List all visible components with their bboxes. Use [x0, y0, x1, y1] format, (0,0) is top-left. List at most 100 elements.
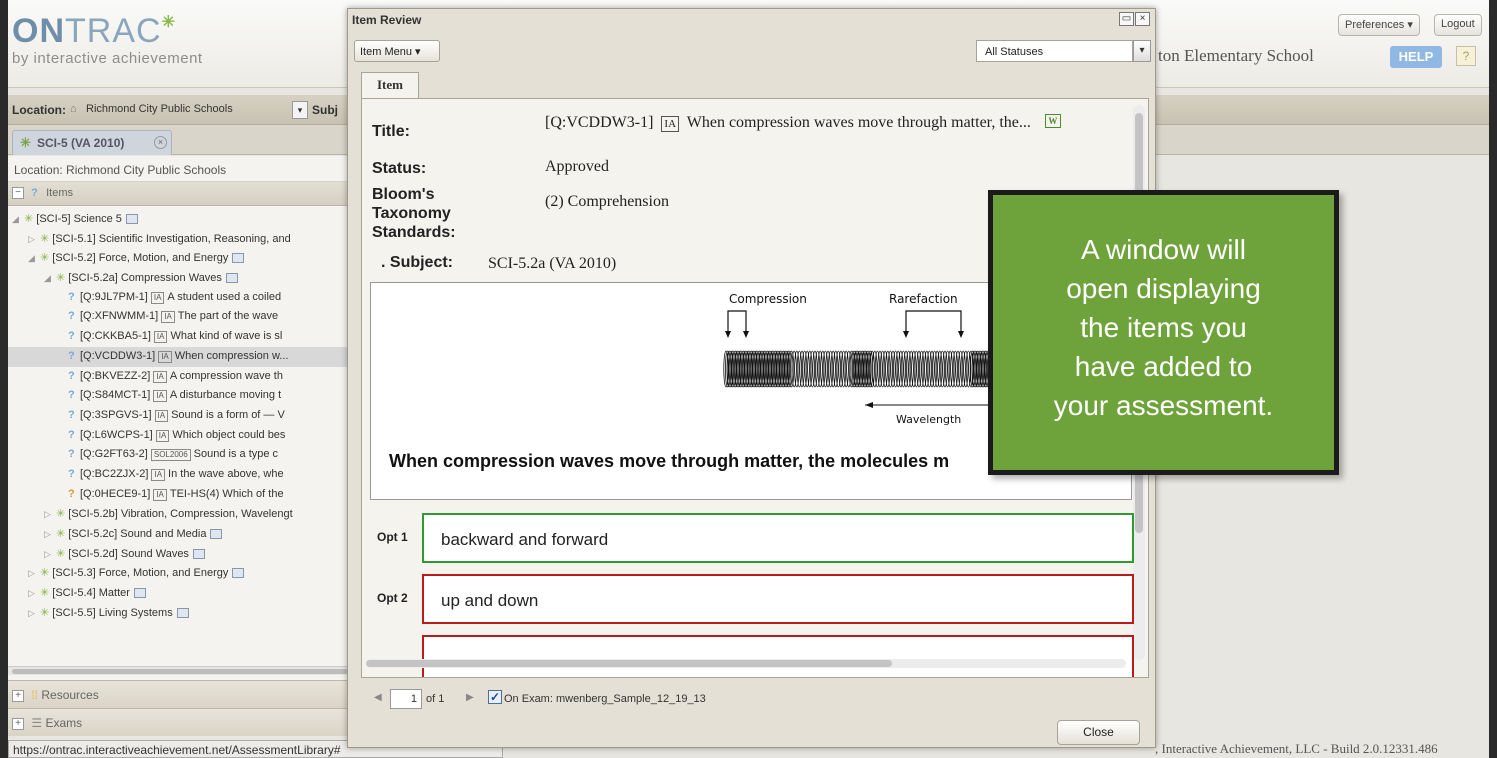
tree-item[interactable]: ? [Q:L6WCPS-1] IA Which object could bes: [8, 426, 352, 446]
item-code: [Q:3SPGVS-1]: [80, 408, 152, 421]
on-exam-checkbox[interactable]: ✓: [488, 690, 502, 704]
expanded-icon[interactable]: ◢: [12, 214, 24, 225]
preview-window-icon[interactable]: [225, 273, 238, 284]
items-header-label: Items: [46, 187, 74, 199]
status-label: Status:: [372, 160, 427, 177]
restore-icon[interactable]: ▭: [1119, 12, 1134, 26]
tree-item[interactable]: ? [Q:CKKBA5-1] IA What kind of wave is sl: [8, 327, 352, 347]
item-code: [Q:BC2ZJX-2]: [80, 467, 149, 480]
expand-icon[interactable]: +: [12, 717, 24, 730]
item-tag: IA: [151, 468, 166, 481]
preview-window-icon[interactable]: [125, 214, 138, 225]
item-tag: IA: [158, 350, 172, 363]
subject-label: Subj: [312, 103, 338, 117]
expand-icon[interactable]: +: [12, 689, 24, 702]
tree-item[interactable]: ? [Q:3SPGVS-1] IA Sound is a form of — V: [8, 406, 352, 426]
tree-folder[interactable]: ▷ ✳ [SCI-5.2b] Vibration, Compression, Wa…: [8, 504, 352, 524]
tree-folder[interactable]: ▷ ✳ [SCI-5.5] Living Systems: [8, 603, 352, 623]
tree-item[interactable]: ? [Q:0HECE9-1] IA TEI-HS(4) Which of the: [8, 485, 352, 505]
option-text[interactable]: [422, 635, 1134, 677]
preview-window-icon[interactable]: [232, 568, 245, 579]
preview-window-icon[interactable]: [232, 253, 245, 264]
logout-button[interactable]: Logout: [1434, 14, 1482, 36]
item-code: [Q:G2FT63-2]: [80, 448, 148, 461]
tree-item[interactable]: ? [Q:G2FT63-2] SOL2006 Sound is a type c: [8, 445, 352, 465]
tree-folder-label: [SCI-5] Science 5: [36, 213, 122, 225]
standards-tree: ◢ ✳ [SCI-5] Science 5 ▷ ✳ [SCI-5.1] Scienti…: [8, 206, 352, 622]
tree-folder[interactable]: ▷ ✳ [SCI-5.1] Scientific Investigation, R…: [8, 229, 352, 249]
preview-window-icon[interactable]: [133, 588, 146, 599]
page-number-input[interactable]: 1: [390, 689, 422, 709]
item-code: [Q:VCDDW3-1]: [545, 114, 654, 131]
close-tab-icon[interactable]: ×: [154, 136, 167, 149]
next-page-icon[interactable]: ▶: [466, 692, 474, 703]
tree-folder[interactable]: ▷ ✳ [SCI-5.4] Matter: [8, 583, 352, 603]
tree-item[interactable]: ? [Q:S84MCT-1] IA A disturbance moving t: [8, 386, 352, 406]
tree-folder-label: [SCI-5.2a] Compression Waves: [68, 272, 222, 285]
resources-accordion[interactable]: + ⁞⁞ Resources: [8, 680, 352, 708]
collapsed-icon[interactable]: ▷: [44, 529, 56, 540]
item-horizontal-scrollbar[interactable]: [366, 659, 1126, 668]
preferences-button[interactable]: Preferences ▾: [1338, 14, 1420, 36]
expanded-icon[interactable]: ◢: [44, 273, 56, 284]
option-label: Opt 1: [377, 530, 408, 544]
wavelength-arrow-left: [865, 402, 873, 408]
collapsed-icon[interactable]: ▷: [28, 608, 40, 619]
ontrac-logo[interactable]: ONTRAC✳: [12, 12, 176, 51]
tree-folder[interactable]: ▷ ✳ [SCI-5.2d] Sound Waves: [8, 544, 352, 564]
tab-item[interactable]: Item: [361, 72, 419, 98]
tagline: by interactive achievement: [12, 50, 203, 67]
close-icon[interactable]: ×: [1135, 12, 1150, 26]
preview-window-icon[interactable]: [192, 548, 205, 559]
item-text: When compression w...: [174, 349, 289, 362]
expanded-icon[interactable]: ◢: [28, 253, 40, 264]
tree-folder[interactable]: ◢ ✳ [SCI-5.2a] Compression Waves: [8, 268, 352, 288]
tree-folder[interactable]: ◢ ✳ [SCI-5.2] Force, Motion, and Energy: [8, 248, 352, 268]
help-question-icon[interactable]: ?: [1456, 46, 1476, 66]
ia-tag: IA: [661, 116, 680, 132]
chevron-down-icon[interactable]: ▾: [292, 101, 308, 119]
tree-folder[interactable]: ▷ ✳ [SCI-5.2c] Sound and Media: [8, 524, 352, 544]
question-icon: ?: [68, 369, 75, 382]
status-filter-select[interactable]: All Statuses: [976, 40, 1133, 62]
collapsed-icon[interactable]: ▷: [28, 568, 40, 579]
exams-accordion[interactable]: + ☰ Exams: [8, 708, 352, 736]
instruction-callout: A window will open displaying the items yo…: [988, 190, 1339, 475]
option-text[interactable]: backward and forward: [422, 513, 1134, 563]
tree-item[interactable]: ? [Q:XFNWMM-1] IA The part of the wave: [8, 307, 352, 327]
close-button[interactable]: Close: [1057, 720, 1140, 745]
location-select[interactable]: Richmond City Public Schools: [68, 100, 288, 120]
tree-item[interactable]: ? [Q:BC2ZJX-2] IA In the wave above, whe: [8, 465, 352, 485]
option-text[interactable]: up and down: [422, 574, 1134, 624]
tab-sci-5[interactable]: ✳ SCI-5 (VA 2010) ×: [12, 130, 172, 155]
tree-item[interactable]: ? [Q:9JL7PM-1] IA A student used a coiled: [8, 288, 352, 308]
items-header[interactable]: − ? Items: [8, 182, 352, 206]
collapsed-icon[interactable]: ▷: [44, 549, 56, 560]
item-text: TEI-HS(4) Which of the: [169, 487, 284, 500]
item-tag: IA: [153, 390, 167, 403]
preview-window-icon[interactable]: [210, 529, 223, 540]
tree-folder[interactable]: ◢ ✳ [SCI-5] Science 5: [8, 209, 352, 229]
tree-folder[interactable]: ▷ ✳ [SCI-5.3] Force, Motion, and Energy: [8, 563, 352, 583]
tree-item[interactable]: ? [Q:VCDDW3-1] IA When compression w...: [8, 346, 352, 367]
preview-window-icon[interactable]: [176, 607, 189, 618]
answer-option[interactable]: Opt 1 backward and forward: [362, 513, 1142, 563]
compression-arrow-right: [743, 331, 749, 338]
collapsed-icon[interactable]: ▷: [28, 234, 40, 245]
collapsed-icon[interactable]: ▷: [28, 588, 40, 599]
tree-horizontal-scrollbar[interactable]: [8, 666, 352, 675]
answer-option[interactable]: Opt 2 up and down: [362, 574, 1142, 624]
prev-page-icon[interactable]: ◀: [374, 692, 382, 703]
item-menu-button[interactable]: Item Menu ▾: [354, 40, 440, 62]
scroll-thumb[interactable]: [366, 660, 892, 667]
chevron-down-icon[interactable]: ▾: [1133, 40, 1151, 62]
answer-option[interactable]: [362, 635, 1142, 677]
help-button[interactable]: HELP: [1390, 46, 1442, 68]
compression-bracket: [727, 310, 747, 332]
tree-item[interactable]: ? [Q:BKVEZZ-2] IA A compression wave th: [8, 367, 352, 387]
subject-label: . Subject:: [381, 254, 454, 271]
scroll-thumb[interactable]: [12, 669, 348, 674]
collapse-icon[interactable]: −: [12, 187, 24, 200]
question-icon: ?: [68, 330, 75, 343]
collapsed-icon[interactable]: ▷: [44, 509, 56, 520]
